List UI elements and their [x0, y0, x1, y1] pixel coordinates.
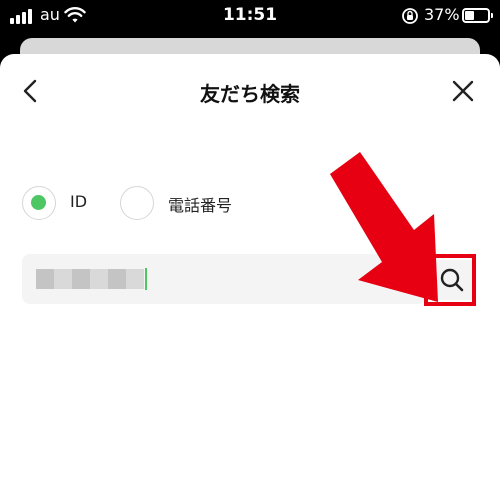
status-bar: au 11:51 37%: [0, 0, 500, 32]
radio-id[interactable]: [22, 186, 56, 220]
text-caret: [145, 268, 147, 290]
friend-search-sheet: 友だち検索 ID 電話番号: [0, 54, 500, 480]
radio-phone-label[interactable]: 電話番号: [168, 192, 232, 216]
search-input-value: [36, 269, 144, 289]
rotation-lock-icon: [402, 8, 418, 24]
radio-selected-dot: [31, 195, 46, 210]
page-title: 友だち検索: [200, 82, 300, 106]
close-icon[interactable]: [448, 76, 478, 106]
radio-phone[interactable]: [120, 186, 154, 220]
annotation-arrow-icon: [330, 152, 438, 302]
battery-percent: 37%: [424, 5, 460, 24]
battery-icon: [462, 8, 493, 23]
radio-id-label[interactable]: ID: [70, 192, 87, 211]
